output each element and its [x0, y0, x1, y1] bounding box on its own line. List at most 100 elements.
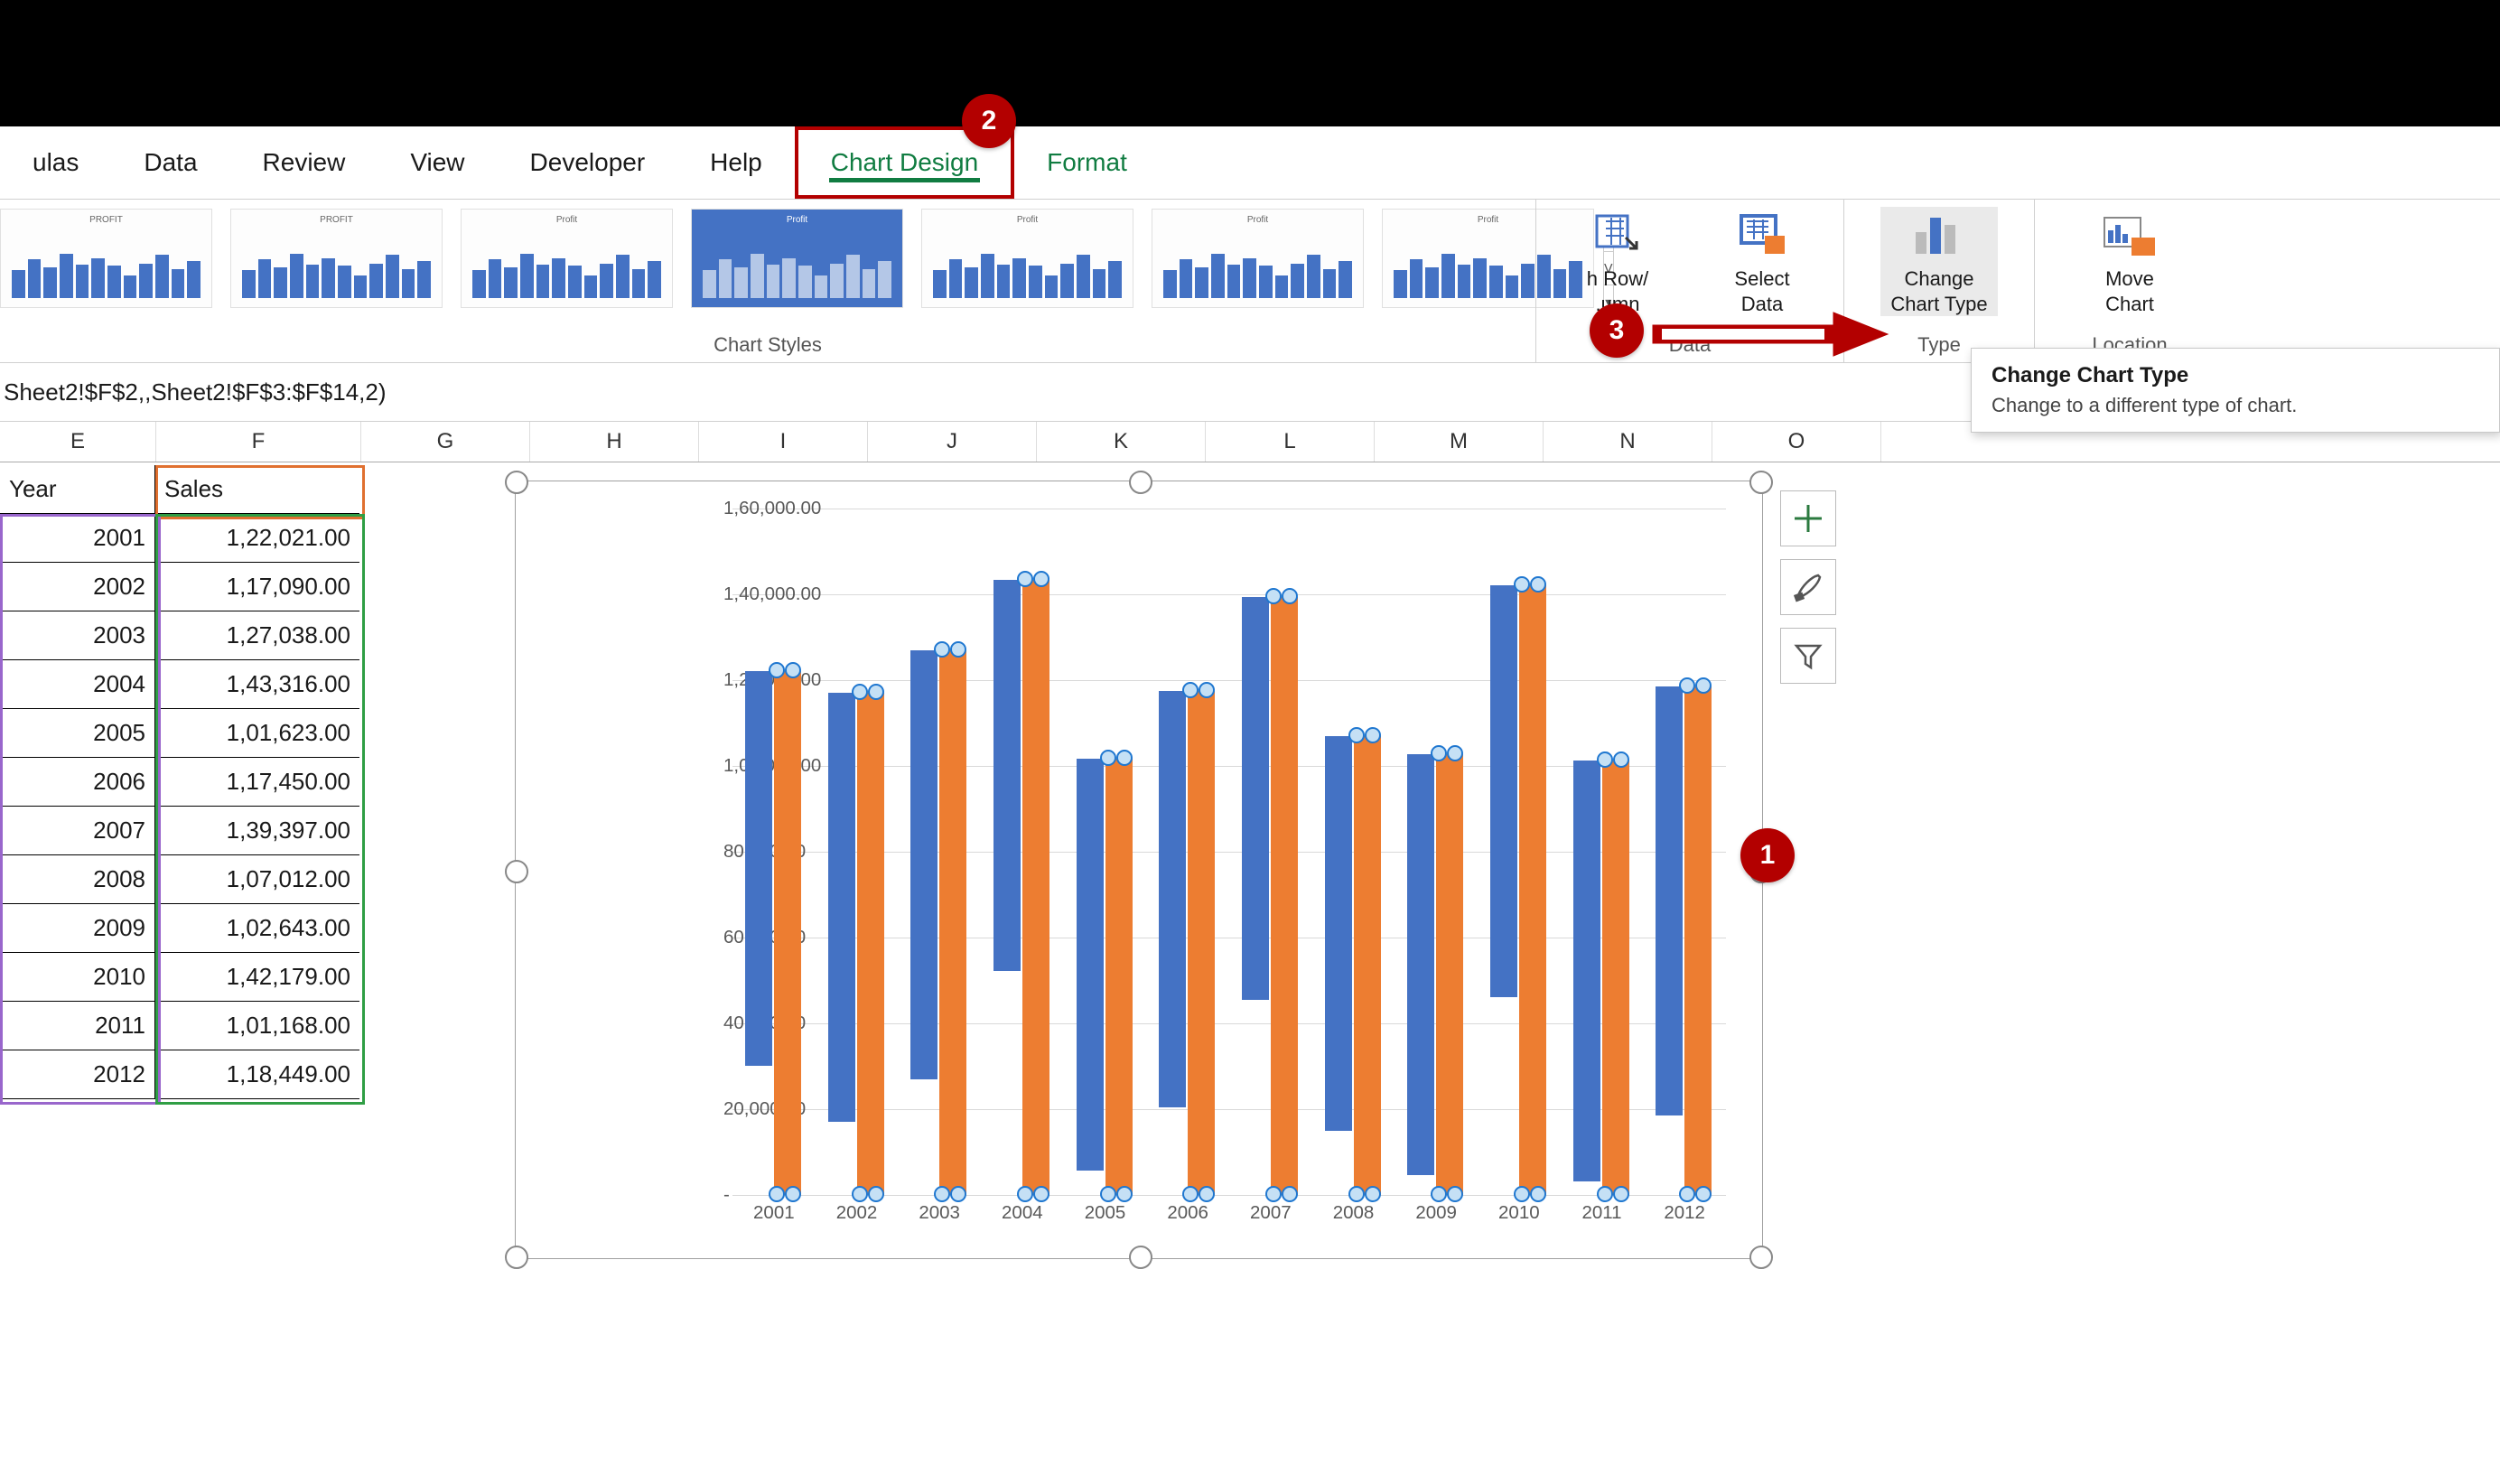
- tab-format[interactable]: Format: [1014, 126, 1160, 199]
- tab-data[interactable]: Data: [111, 126, 229, 199]
- data-table: Year Sales 20011,22,021.00 20021,17,090.…: [0, 465, 359, 1099]
- cell-year[interactable]: 2006: [0, 758, 155, 807]
- brush-icon: [1793, 572, 1824, 602]
- tab-label: Chart Design: [831, 148, 978, 177]
- cell-year[interactable]: 2005: [0, 709, 155, 758]
- callout-arrow-icon: [1644, 307, 1897, 361]
- col-header[interactable]: L: [1206, 422, 1375, 462]
- cell-sales[interactable]: 1,02,643.00: [155, 904, 359, 953]
- cell-sales[interactable]: 1,01,168.00: [155, 1002, 359, 1050]
- tab-label: Data: [144, 148, 197, 177]
- table-row: 20101,42,179.00: [0, 953, 359, 1002]
- cell-year[interactable]: 2002: [0, 563, 155, 611]
- tab-label: ulas: [33, 148, 79, 177]
- col-header[interactable]: I: [699, 422, 868, 462]
- resize-handle[interactable]: [1129, 1246, 1152, 1269]
- col-header[interactable]: E: [0, 422, 156, 462]
- cell-sales[interactable]: 1,01,623.00: [155, 709, 359, 758]
- cell-sales[interactable]: 1,42,179.00: [155, 953, 359, 1002]
- table-row: 20021,17,090.00: [0, 563, 359, 611]
- style-gallery[interactable]: PROFIT PROFIT Profit Profit Profit Profi…: [0, 209, 1594, 308]
- cell-sales[interactable]: 1,17,090.00: [155, 563, 359, 611]
- cell-year[interactable]: 2009: [0, 904, 155, 953]
- header-sales[interactable]: Sales: [155, 465, 359, 514]
- tooltip-body: Change to a different type of chart.: [1992, 394, 2479, 417]
- cell-sales[interactable]: 1,07,012.00: [155, 855, 359, 904]
- plus-icon: [1793, 503, 1824, 534]
- col-header[interactable]: G: [361, 422, 530, 462]
- cell-year[interactable]: 2010: [0, 953, 155, 1002]
- ribbon-tabs: ulas Data Review View Developer Help Cha…: [0, 126, 2500, 200]
- chart-styles-button[interactable]: [1780, 559, 1836, 615]
- button-label: Move Chart: [2105, 266, 2154, 316]
- group-label-styles: Chart Styles: [0, 333, 1535, 357]
- style-thumb-4[interactable]: Profit: [691, 209, 903, 308]
- tab-formulas[interactable]: ulas: [0, 126, 111, 199]
- table-row: 20041,43,316.00: [0, 660, 359, 709]
- embedded-chart[interactable]: -20,000.0040,000.0060,000.0080,000.001,0…: [515, 481, 1763, 1259]
- resize-handle[interactable]: [505, 471, 528, 494]
- tab-label: Help: [710, 148, 762, 177]
- table-row: 20051,01,623.00: [0, 709, 359, 758]
- tooltip-change-chart-type: Change Chart Type Change to a different …: [1971, 348, 2500, 433]
- resize-handle[interactable]: [1749, 471, 1773, 494]
- button-label: Change Chart Type: [1890, 266, 1987, 316]
- switch-icon: [1593, 212, 1642, 257]
- select-data-button[interactable]: Select Data: [1703, 207, 1821, 316]
- cell-sales[interactable]: 1,39,397.00: [155, 807, 359, 855]
- cell-year[interactable]: 2001: [0, 514, 155, 563]
- cell-sales[interactable]: 1,17,450.00: [155, 758, 359, 807]
- col-header[interactable]: K: [1037, 422, 1206, 462]
- col-header[interactable]: M: [1375, 422, 1544, 462]
- col-header[interactable]: J: [868, 422, 1037, 462]
- callout-badge-3: 3: [1590, 303, 1644, 358]
- col-header[interactable]: N: [1544, 422, 1712, 462]
- tab-label: Review: [263, 148, 346, 177]
- cell-sales[interactable]: 1,27,038.00: [155, 611, 359, 660]
- cell-year[interactable]: 2008: [0, 855, 155, 904]
- chart-filter-button[interactable]: [1780, 628, 1836, 684]
- tab-help[interactable]: Help: [677, 126, 795, 199]
- resize-handle[interactable]: [505, 860, 528, 883]
- callout-badge-2: 2: [962, 94, 1016, 148]
- plot-area[interactable]: -20,000.0040,000.0060,000.0080,000.001,0…: [579, 509, 1726, 1195]
- resize-handle[interactable]: [505, 1246, 528, 1269]
- switch-row-column-button[interactable]: h Row/ .umn: [1559, 207, 1676, 316]
- tab-developer[interactable]: Developer: [498, 126, 678, 199]
- cell-year[interactable]: 2011: [0, 1002, 155, 1050]
- location-group: Move Chart Location: [2034, 200, 2225, 362]
- change-chart-type-button[interactable]: Change Chart Type: [1880, 207, 1998, 316]
- style-thumb-5[interactable]: Profit: [921, 209, 1133, 308]
- cell-year[interactable]: 2007: [0, 807, 155, 855]
- style-thumb-2[interactable]: PROFIT: [230, 209, 443, 308]
- cell-year[interactable]: 2004: [0, 660, 155, 709]
- tab-label: Developer: [530, 148, 646, 177]
- tab-review[interactable]: Review: [230, 126, 378, 199]
- table-row: 20061,17,450.00: [0, 758, 359, 807]
- cell-year[interactable]: 2003: [0, 611, 155, 660]
- col-header[interactable]: F: [156, 422, 361, 462]
- cell-sales[interactable]: 1,43,316.00: [155, 660, 359, 709]
- chart-elements-button[interactable]: [1780, 490, 1836, 546]
- resize-handle[interactable]: [1749, 1246, 1773, 1269]
- table-row: 20111,01,168.00: [0, 1002, 359, 1050]
- select-data-icon: [1738, 212, 1786, 257]
- cell-sales[interactable]: 1,22,021.00: [155, 514, 359, 563]
- tab-view[interactable]: View: [378, 126, 497, 199]
- style-thumb-3[interactable]: Profit: [461, 209, 673, 308]
- style-thumb-1[interactable]: PROFIT: [0, 209, 212, 308]
- table-row: 20031,27,038.00: [0, 611, 359, 660]
- table-header-row: Year Sales: [0, 465, 359, 514]
- resize-handle[interactable]: [1129, 471, 1152, 494]
- chart-styles-group: PROFIT PROFIT Profit Profit Profit Profi…: [0, 200, 1535, 362]
- col-header[interactable]: H: [530, 422, 699, 462]
- table-row: 20091,02,643.00: [0, 904, 359, 953]
- cell-year[interactable]: 2012: [0, 1050, 155, 1099]
- tab-label: Format: [1047, 148, 1127, 177]
- table-row: 20121,18,449.00: [0, 1050, 359, 1099]
- cell-sales[interactable]: 1,18,449.00: [155, 1050, 359, 1099]
- style-thumb-6[interactable]: Profit: [1152, 209, 1364, 308]
- move-chart-button[interactable]: Move Chart: [2071, 207, 2188, 316]
- header-year[interactable]: Year: [0, 465, 155, 514]
- col-header[interactable]: O: [1712, 422, 1881, 462]
